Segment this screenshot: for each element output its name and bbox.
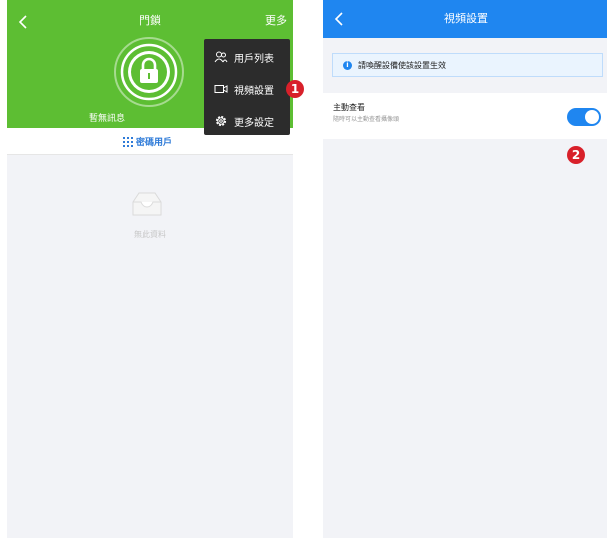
more-button[interactable]: 更多 (265, 14, 287, 28)
empty-inbox-icon (132, 192, 162, 216)
lock-screen: 門鎖 更多 暫無訊息 密碼用戶 無此資料 用戶列表 視頻設置 更多設定 (7, 0, 293, 538)
setting-title: 主動查看 (333, 103, 365, 112)
lock-status-text: 暫無訊息 (88, 114, 125, 124)
toggle-knob (585, 110, 599, 124)
menu-item-label: 用戶列表 (234, 53, 274, 65)
video-settings-screen: 視頻設置 i 請喚醒設備使該設置生效 主動查看 隨時可以主動查看攝像頭 (323, 0, 607, 538)
active-view-toggle[interactable] (567, 108, 601, 126)
grid-icon (123, 136, 133, 147)
video-settings-header: 視頻設置 (323, 0, 607, 38)
menu-item-more-settings[interactable]: 更多設定 (204, 105, 290, 137)
tab-label: 密碼用戶 (136, 138, 173, 148)
lock-icon[interactable] (113, 36, 185, 108)
step-badge-2: 2 (567, 146, 585, 164)
page-title: 門鎖 (139, 14, 161, 27)
video-icon (214, 85, 228, 93)
step-badge-1: 1 (286, 80, 304, 98)
more-menu: 用戶列表 視頻設置 更多設定 (204, 39, 290, 135)
users-icon (214, 51, 228, 63)
gear-icon (215, 115, 227, 127)
tab-password-users[interactable]: 密碼用戶 (123, 135, 172, 148)
empty-text: 無此資料 (134, 230, 166, 239)
page-title: 視頻設置 (444, 12, 488, 25)
menu-item-video-settings[interactable]: 視頻設置 (204, 73, 290, 105)
setting-row-active-view: 主動查看 隨時可以主動查看攝像頭 (323, 93, 607, 139)
menu-item-label: 更多設定 (234, 117, 274, 129)
notice-banner: i 請喚醒設備使該設置生效 (332, 53, 603, 77)
setting-subtitle: 隨時可以主動查看攝像頭 (333, 116, 400, 123)
notice-text: 請喚醒設備使該設置生效 (358, 60, 446, 70)
menu-item-user-list[interactable]: 用戶列表 (204, 41, 290, 73)
menu-item-label: 視頻設置 (234, 85, 274, 97)
info-icon: i (343, 60, 352, 70)
